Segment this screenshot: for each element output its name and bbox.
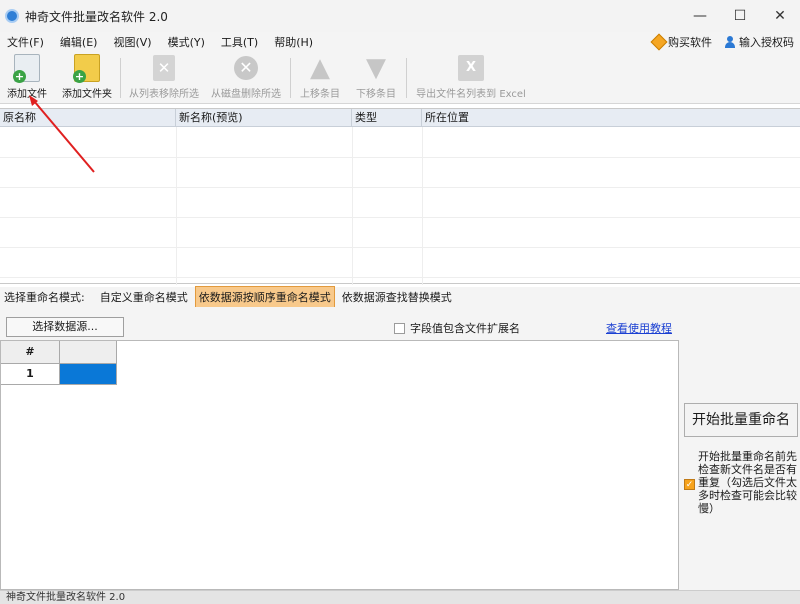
tab-datasource-sequence[interactable]: 依数据源按顺序重命名模式 [194, 286, 335, 308]
excel-icon: X [458, 55, 484, 81]
add-file-button[interactable]: + 添加文件 [4, 52, 50, 104]
add-file-label: 添加文件 [7, 89, 47, 100]
toolbar-separator [406, 58, 407, 98]
remove-from-list-label: 从列表移除所选 [129, 89, 199, 100]
include-extension-label: 字段值包含文件扩展名 [410, 322, 520, 335]
grid-line [176, 127, 177, 285]
grid-header-index: # [1, 341, 60, 364]
maximize-button[interactable]: ☐ [720, 0, 760, 32]
menu-file[interactable]: 文件(F) [7, 34, 44, 50]
delete-circle-icon: ✕ [234, 56, 258, 80]
menu-help[interactable]: 帮助(H) [274, 34, 313, 50]
grid-line [0, 187, 800, 188]
move-up-button[interactable]: ▲ 上移条目 [296, 52, 344, 104]
rename-mode-bar: 选择重命名模式: 自定义重命名模式 依数据源按顺序重命名模式 依数据源查找替换模… [0, 286, 800, 308]
grid-row-number: 1 [1, 364, 60, 385]
add-file-icon: + [13, 54, 40, 83]
file-list-table[interactable]: 原名称 新名称(预览) 类型 所在位置 [0, 108, 800, 285]
tutorial-link[interactable]: 查看使用教程 [606, 320, 672, 336]
grid-line [352, 127, 353, 285]
app-icon [5, 9, 19, 23]
grid-line [0, 217, 800, 218]
include-extension-option[interactable]: 字段值包含文件扩展名 [394, 320, 520, 336]
title-bar: 神奇文件批量改名软件 2.0 — ☐ ✕ [0, 0, 800, 32]
remove-from-list-button[interactable]: ✕ 从列表移除所选 [124, 52, 204, 104]
export-excel-button[interactable]: X 导出文件名列表到 Excel [412, 52, 530, 104]
menu-tools[interactable]: 工具(T) [221, 34, 258, 50]
menu-view[interactable]: 视图(V) [113, 34, 151, 50]
menu-mode[interactable]: 模式(Y) [168, 34, 205, 50]
add-folder-icon: + [73, 54, 100, 83]
enter-license-label: 输入授权码 [739, 36, 794, 49]
file-list-header: 原名称 新名称(预览) 类型 所在位置 [0, 109, 800, 127]
delete-from-disk-button[interactable]: ✕ 从磁盘删除所选 [206, 52, 286, 104]
datasource-panel: 选择数据源... 字段值包含文件扩展名 查看使用教程 # 1 开始批量重命名 ✓… [0, 307, 800, 590]
grid-selected-cell[interactable] [60, 364, 117, 385]
export-excel-label: 导出文件名列表到 Excel [416, 89, 526, 100]
delete-from-disk-label: 从磁盘删除所选 [211, 89, 281, 100]
grid-line [0, 157, 800, 158]
tab-datasource-find-replace[interactable]: 依数据源查找替换模式 [339, 287, 455, 307]
column-original-name[interactable]: 原名称 [0, 109, 176, 127]
menu-edit[interactable]: 编辑(E) [60, 34, 98, 50]
grid-line [0, 277, 800, 278]
toolbar: + 添加文件 + 添加文件夹 ✕ 从列表移除所选 ✕ 从磁盘删除所选 ▲ 上移条… [0, 52, 800, 104]
buy-software-label: 购买软件 [668, 36, 712, 49]
add-folder-button[interactable]: + 添加文件夹 [58, 52, 116, 104]
start-batch-rename-button[interactable]: 开始批量重命名 [684, 403, 798, 437]
grid-line [422, 127, 423, 285]
buy-software-link[interactable]: 购买软件 [650, 33, 712, 51]
toolbar-separator [290, 58, 291, 98]
user-icon [724, 36, 736, 48]
check-duplicates-checkbox[interactable]: ✓ [684, 479, 695, 490]
window-title: 神奇文件批量改名软件 2.0 [25, 9, 168, 24]
status-bar: 神奇文件批量改名软件 2.0 [0, 590, 800, 604]
select-datasource-button[interactable]: 选择数据源... [6, 317, 124, 337]
remove-doc-icon: ✕ [153, 55, 175, 81]
diamond-icon [650, 33, 668, 51]
check-duplicates-label: 开始批量重命名前先检查新文件名是否有重复（勾选后文件太多时检查可能会比较慢） [698, 450, 797, 515]
column-new-name[interactable]: 新名称(预览) [176, 109, 352, 127]
move-up-label: 上移条目 [300, 89, 340, 100]
include-extension-checkbox[interactable] [394, 322, 405, 334]
close-button[interactable]: ✕ [760, 0, 800, 32]
move-down-label: 下移条目 [356, 89, 396, 100]
enter-license-link[interactable]: 输入授权码 [724, 34, 794, 50]
tab-custom-rename[interactable]: 自定义重命名模式 [97, 287, 191, 307]
minimize-button[interactable]: — [680, 0, 720, 32]
arrow-up-icon: ▲ [310, 53, 330, 83]
mode-label: 选择重命名模式: [4, 291, 85, 304]
column-location[interactable]: 所在位置 [422, 109, 800, 127]
move-down-button[interactable]: ▼ 下移条目 [352, 52, 400, 104]
check-duplicates-option[interactable]: ✓ 开始批量重命名前先检查新文件名是否有重复（勾选后文件太多时检查可能会比较慢） [684, 450, 798, 515]
toolbar-separator [120, 58, 121, 98]
menu-right-actions: 购买软件 输入授权码 [650, 32, 794, 52]
window-controls: — ☐ ✕ [680, 0, 800, 32]
menu-bar: 文件(F) 编辑(E) 视图(V) 模式(Y) 工具(T) 帮助(H) 购买软件… [0, 32, 800, 52]
column-type[interactable]: 类型 [352, 109, 422, 127]
arrow-down-icon: ▼ [366, 53, 386, 83]
grid-header-cell[interactable] [60, 341, 117, 364]
datasource-grid[interactable]: # 1 [0, 340, 679, 590]
grid-line [0, 247, 800, 248]
add-folder-label: 添加文件夹 [62, 89, 112, 100]
